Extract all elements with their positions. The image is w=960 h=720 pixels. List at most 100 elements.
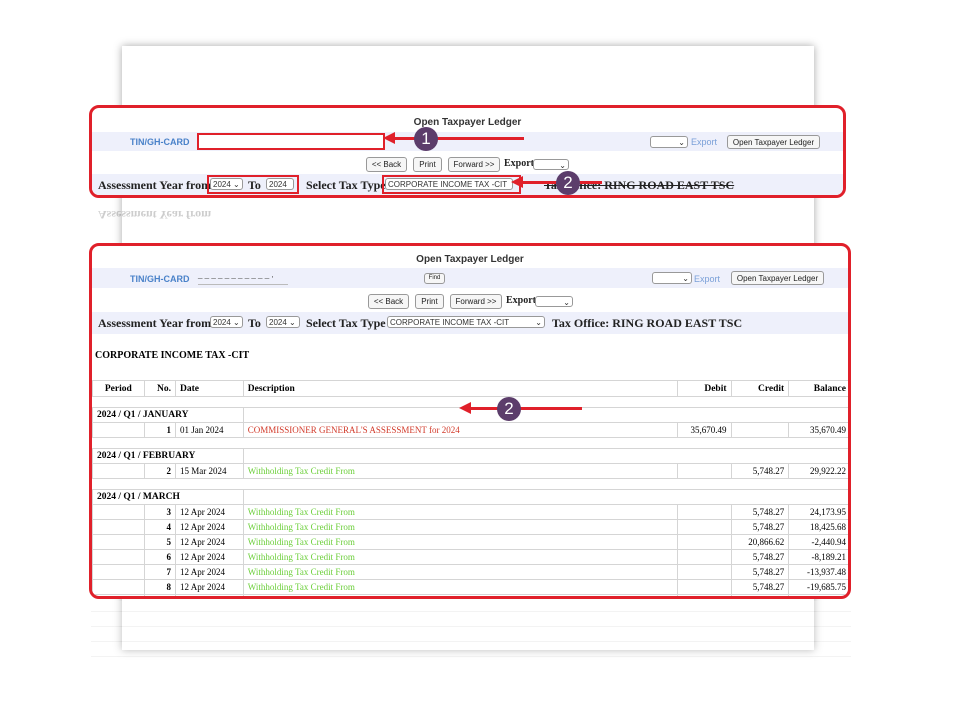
table-row[interactable]: 8 12 Apr 2024 Withholding Tax Credit From 5… — [92, 579, 848, 595]
col-debit: Debit — [676, 380, 732, 397]
cell-credit: 5,748.27 — [730, 579, 790, 595]
chevron-down-icon: ⌄ — [682, 274, 689, 283]
year-to-select[interactable]: 2024 ⌄ — [266, 178, 294, 195]
cell-date: 12 Apr 2024 — [174, 579, 244, 595]
cell-description[interactable]: Withholding Tax Credit From — [242, 504, 678, 520]
year-from-value: 2024 — [213, 318, 231, 327]
cell-debit — [676, 519, 732, 535]
open-ledger-button[interactable]: Open Taxpayer Ledger — [727, 135, 820, 149]
reflection-rows — [91, 601, 851, 671]
cell-debit: 35,670.49 — [676, 422, 732, 438]
cell-description[interactable]: Withholding Tax Credit From — [242, 549, 678, 565]
reflection-text: Assessment Year from — [98, 208, 212, 220]
spacer-row — [93, 397, 849, 408]
export-link[interactable]: Export — [694, 274, 720, 284]
cell-period — [92, 422, 145, 438]
cell-debit — [676, 534, 732, 550]
cell-credit — [730, 422, 790, 438]
chevron-down-icon: ⌄ — [678, 138, 685, 147]
col-balance: Balance — [788, 380, 848, 397]
year-from-select[interactable]: 2024 ⌄ — [210, 178, 243, 190]
cell-credit: 20,866.62 — [730, 534, 790, 550]
cell-balance: -25,434.02 — [788, 594, 848, 596]
year-to-select[interactable]: 2024 ⌄ — [266, 316, 300, 328]
col-period: Period — [92, 380, 145, 397]
cell-date: 12 Apr 2024 — [174, 504, 244, 520]
cell-no: 9 — [143, 594, 176, 596]
forward-button[interactable]: Forward >> — [448, 157, 500, 172]
cell-period — [92, 504, 145, 520]
table-row[interactable]: 1 01 Jan 2024 COMMISSIONER GENERAL'S ASSES… — [92, 422, 848, 438]
cell-description[interactable]: Withholding Tax Credit From — [242, 534, 678, 550]
cell-description[interactable]: Withholding Tax Credit From — [242, 463, 678, 479]
cell-date: 12 Apr 2024 — [174, 534, 244, 550]
back-button[interactable]: << Back — [368, 294, 409, 309]
callout-badge-2: 2 — [556, 171, 580, 195]
cell-balance: 18,425.68 — [788, 519, 848, 535]
print-button[interactable]: Print — [413, 157, 442, 172]
cell-no: 6 — [143, 549, 176, 565]
cell-date: 12 Apr 2024 — [174, 519, 244, 535]
tax-type-label: Select Tax Type — [306, 178, 386, 192]
tax-type-select[interactable]: CORPORATE INCOME TAX -CIT — [385, 178, 513, 190]
tin-input[interactable]: _ _ _ _ _ _ _ _ _ _ _ , — [198, 270, 288, 285]
table-row[interactable]: 7 12 Apr 2024 Withholding Tax Credit From 5… — [92, 564, 848, 580]
spacer-row — [93, 479, 849, 490]
cell-description[interactable]: Withholding Tax Credit From — [242, 579, 678, 595]
table-header-row: Period No. Date Description Debit Credit… — [92, 380, 848, 397]
export-text: Export — [504, 158, 534, 169]
tax-type-label: Select Tax Type — [306, 316, 386, 330]
cell-debit — [676, 463, 732, 479]
tin-input[interactable] — [197, 133, 385, 150]
export-format-select[interactable]: ⌄ — [533, 159, 569, 170]
cell-description[interactable]: Withholding Tax Credit From — [242, 564, 678, 580]
open-ledger-button[interactable]: Open Taxpayer Ledger — [731, 271, 824, 285]
to-label: To — [248, 178, 261, 192]
period-filler — [242, 448, 848, 464]
period-title: 2024 / Q1 / MARCH — [92, 489, 244, 505]
cell-description[interactable]: COMMISSIONER GENERAL'S ASSESSMENT for 20… — [242, 422, 678, 438]
table-row[interactable]: 6 12 Apr 2024 Withholding Tax Credit From 5… — [92, 549, 848, 565]
cell-debit — [676, 504, 732, 520]
print-button[interactable]: Print — [415, 294, 444, 309]
tin-label: TIN/GH-CARD — [130, 137, 190, 147]
section-title: CORPORATE INCOME TAX -CIT — [95, 350, 250, 361]
forward-button[interactable]: Forward >> — [450, 294, 502, 309]
export-select[interactable]: ⌄ — [652, 272, 692, 284]
ledger-table: Period No. Date Description Debit Credit… — [92, 380, 849, 596]
cell-date: 01 Jan 2024 — [174, 422, 244, 438]
tax-type-select[interactable]: CORPORATE INCOME TAX -CIT ⌄ — [387, 316, 545, 328]
cell-credit: 5,748.27 — [730, 564, 790, 580]
year-from-value: 2024 — [213, 180, 231, 189]
cell-no: 2 — [143, 463, 176, 479]
cell-credit: 5,748.27 — [730, 594, 790, 596]
table-row[interactable]: 3 12 Apr 2024 Withholding Tax Credit From 5… — [92, 504, 848, 520]
col-no: No. — [143, 380, 176, 397]
export-link[interactable]: Export — [691, 137, 717, 147]
find-button[interactable]: Find — [424, 273, 445, 284]
to-label: To — [248, 316, 261, 330]
period-title: 2024 / Q1 / FEBRUARY — [92, 448, 244, 464]
assessment-from-label: Assessment Year from — [98, 178, 212, 192]
cell-period — [92, 519, 145, 535]
cell-period — [92, 549, 145, 565]
assessment-from-label: Assessment Year from — [98, 316, 212, 330]
table-row[interactable]: 5 12 Apr 2024 Withholding Tax Credit From 2… — [92, 534, 848, 550]
table-row[interactable]: 4 12 Apr 2024 Withholding Tax Credit From 5… — [92, 519, 848, 535]
cell-period — [92, 534, 145, 550]
back-button[interactable]: << Back — [366, 157, 407, 172]
table-row[interactable]: 2 15 Mar 2024 Withholding Tax Credit From 5… — [92, 463, 848, 479]
callout-badge-2: 2 — [497, 397, 521, 421]
export-format-select[interactable]: ⌄ — [535, 296, 573, 307]
cell-no: 8 — [143, 579, 176, 595]
ledger-panel: Open Taxpayer Ledger TIN/GH-CARD _ _ _ _… — [89, 243, 851, 599]
export-select[interactable]: ⌄ — [650, 136, 688, 148]
cell-debit — [676, 579, 732, 595]
cell-description[interactable]: Withholding Tax Credit From — [242, 594, 678, 596]
cell-credit: 5,748.27 — [730, 504, 790, 520]
tin-label: TIN/GH-CARD — [130, 274, 190, 284]
period-filler — [242, 489, 848, 505]
table-row[interactable]: 912 Apr 2024Withholding Tax Credit From 5… — [92, 594, 848, 596]
cell-description[interactable]: Withholding Tax Credit From — [242, 519, 678, 535]
year-from-select[interactable]: 2024 ⌄ — [210, 316, 243, 328]
